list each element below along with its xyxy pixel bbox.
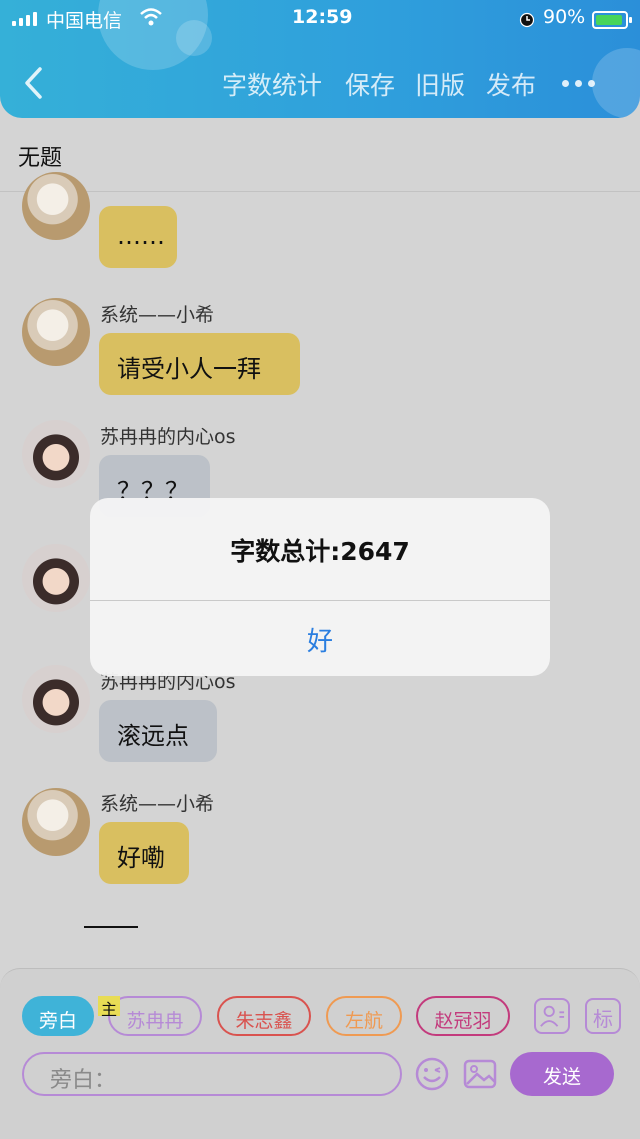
- battery-percent: 90%: [543, 6, 586, 28]
- role-chip-narration[interactable]: 旁白: [22, 996, 94, 1036]
- status-bar: 中国电信 12:59 90%: [0, 6, 640, 32]
- battery-icon: [592, 11, 632, 29]
- top-header: 中国电信 12:59 90% 字数统计 保存 旧版 发布: [0, 0, 640, 118]
- avatar[interactable]: [22, 665, 90, 733]
- old-version-button[interactable]: 旧版: [415, 66, 465, 102]
- role-chip-zhu-zhixin[interactable]: 朱志鑫: [217, 996, 311, 1036]
- role-chip-zuo-hang[interactable]: 左航: [326, 996, 402, 1036]
- avatar[interactable]: [22, 788, 90, 856]
- wifi-icon: [140, 8, 162, 26]
- role-chip-su-ranran[interactable]: 苏冉冉: [108, 996, 202, 1036]
- signal-icon: [12, 12, 37, 26]
- decor-bubble: [592, 48, 640, 118]
- avatar[interactable]: [22, 544, 90, 612]
- save-button[interactable]: 保存: [345, 66, 395, 102]
- document-title: 无题: [18, 146, 63, 171]
- emoji-icon[interactable]: [414, 1056, 450, 1092]
- message-input[interactable]: 旁白：: [22, 1052, 402, 1096]
- divider: [84, 926, 138, 928]
- alert-ok-button[interactable]: 好: [90, 601, 550, 676]
- more-icon[interactable]: [562, 80, 595, 87]
- carrier-label: 中国电信: [46, 10, 123, 32]
- avatar[interactable]: [22, 172, 90, 240]
- speaker-name: 苏冉冉的内心os: [100, 426, 236, 448]
- tag-button[interactable]: 标: [585, 998, 621, 1034]
- publish-button[interactable]: 发布: [486, 66, 536, 102]
- person-icon: [540, 1005, 565, 1027]
- clock: 12:59: [292, 6, 353, 28]
- word-count-button[interactable]: 字数统计: [222, 66, 322, 102]
- message-bubble[interactable]: 滚远点: [99, 700, 217, 762]
- avatar[interactable]: [22, 298, 90, 366]
- avatar[interactable]: [22, 420, 90, 488]
- back-arrow-icon[interactable]: [22, 66, 46, 100]
- image-icon[interactable]: [462, 1056, 498, 1092]
- speaker-name: 系统——小希: [100, 304, 215, 326]
- message-bubble[interactable]: ……: [99, 206, 177, 268]
- message-bubble[interactable]: 好嘞: [99, 822, 189, 884]
- add-character-icon[interactable]: [534, 998, 570, 1034]
- main-role-badge: 主: [98, 996, 120, 1019]
- role-chip-zhao-guanyu[interactable]: 赵冠羽: [416, 996, 510, 1036]
- message-bubble[interactable]: 请受小人一拜: [99, 333, 300, 395]
- word-count-alert: 字数总计:2647 好: [90, 498, 550, 676]
- alert-message: 字数总计:2647: [230, 537, 410, 566]
- alarm-icon: [519, 12, 535, 28]
- send-button[interactable]: 发送: [510, 1052, 614, 1096]
- speaker-name: 系统——小希: [100, 793, 215, 815]
- document-title-bar[interactable]: 无题: [0, 118, 640, 192]
